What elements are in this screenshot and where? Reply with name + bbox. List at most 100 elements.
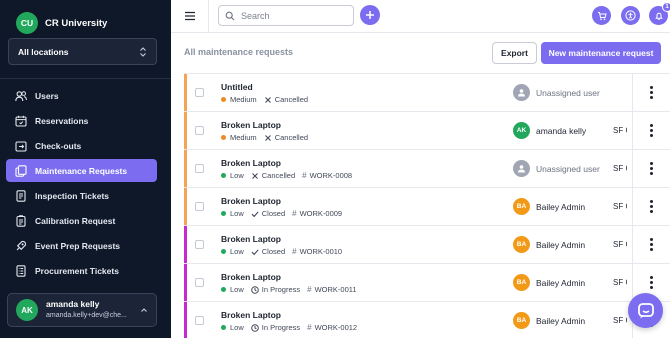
status-color-bar <box>184 226 187 263</box>
assignee[interactable]: Unassigned user <box>513 84 600 101</box>
user-icon <box>513 160 530 177</box>
sidebar-nav: Users Reservations Check-outs Maintenance R… <box>6 84 157 284</box>
brand-avatar: CU <box>16 12 38 34</box>
request-title[interactable]: Broken Laptop <box>221 272 281 282</box>
request-meta: Low Closed # WORK-0010 <box>221 247 342 256</box>
priority-label: Low <box>230 171 244 180</box>
user-text: amanda kelly amanda.kelly+dev@che... <box>46 299 127 321</box>
support-chat-button[interactable] <box>628 293 663 328</box>
table-row[interactable]: Broken Laptop Low In Progress # WORK-0011 BA B… <box>184 264 670 302</box>
work-order-id: WORK-0008 <box>309 171 353 180</box>
table-row[interactable]: Untitled Medium Cancelled Unassigned user <box>184 74 670 112</box>
location-cell: SF C <box>613 202 627 211</box>
assignee-name: Bailey Admin <box>536 315 586 326</box>
assignee-name: Bailey Admin <box>536 201 586 212</box>
accessibility-button[interactable] <box>621 6 640 25</box>
request-title[interactable]: Broken Laptop <box>221 310 281 320</box>
request-title[interactable]: Broken Laptop <box>221 234 281 244</box>
hash-icon: # <box>292 247 297 256</box>
notification-badge: 1 <box>662 2 670 12</box>
row-actions-button[interactable] <box>632 74 670 111</box>
status-label: Cancelled <box>274 95 309 104</box>
x-icon <box>264 96 271 103</box>
cart-icon <box>597 11 607 20</box>
request-title[interactable]: Broken Laptop <box>221 196 281 206</box>
location-cell: SF C <box>613 126 627 135</box>
row-actions-button[interactable] <box>632 188 670 225</box>
sidebar-item-label: Maintenance Requests <box>35 165 128 176</box>
cart-button[interactable] <box>592 6 611 25</box>
assignee[interactable]: BA Bailey Admin <box>513 236 585 253</box>
page-title: All maintenance requests <box>184 47 294 57</box>
table-row[interactable]: Broken Laptop Low Closed # WORK-0009 BA Bailey… <box>184 188 670 226</box>
sidebar-item-check-outs[interactable]: Check-outs <box>6 134 157 157</box>
sidebar-item-procurement-tickets[interactable]: Procurement Tickets <box>6 259 157 282</box>
table-row[interactable]: Broken Laptop Medium Cancelled AK amanda kel… <box>184 112 670 150</box>
priority-label: Medium <box>230 133 257 142</box>
menu-icon[interactable] <box>183 10 197 22</box>
sidebar-item-label: Inspection Tickets <box>35 190 110 201</box>
priority-label: Low <box>230 209 244 218</box>
request-meta: Low In Progress # WORK-0012 <box>221 323 357 332</box>
table-row[interactable]: Broken Laptop Low Closed # WORK-0010 BA Bailey… <box>184 226 670 264</box>
location-select[interactable]: All locations <box>8 38 157 65</box>
chevron-updown-icon <box>140 46 146 57</box>
hash-icon: # <box>307 285 312 294</box>
sidebar-item-reservations[interactable]: Reservations <box>6 109 157 132</box>
sidebar-item-maintenance-requests[interactable]: Maintenance Requests <box>6 159 157 182</box>
list-icon <box>16 264 26 277</box>
sidebar-divider <box>0 78 171 79</box>
request-title[interactable]: Broken Laptop <box>221 158 281 168</box>
brand[interactable]: CU CR University <box>16 12 107 34</box>
table-row[interactable]: Broken Laptop Low Cancelled # WORK-0008 Unass… <box>184 150 670 188</box>
row-checkbox[interactable] <box>195 126 204 135</box>
row-checkbox[interactable] <box>195 278 204 287</box>
assignee[interactable]: AK amanda kelly <box>513 122 586 139</box>
status-label: Cancelled <box>274 133 309 142</box>
row-actions-button[interactable] <box>632 150 670 187</box>
user-name: amanda kelly <box>46 299 100 309</box>
ticket-icon <box>16 189 26 202</box>
location-cell: SF C <box>613 278 627 287</box>
row-checkbox[interactable] <box>195 240 204 249</box>
location-cell: SF C <box>613 240 627 249</box>
assignee[interactable]: BA Bailey Admin <box>513 312 585 329</box>
status-color-bar <box>184 150 187 187</box>
sidebar-item-calibration-request[interactable]: Calibration Request <box>6 209 157 232</box>
row-checkbox[interactable] <box>195 316 204 325</box>
add-button[interactable] <box>360 5 380 25</box>
request-title[interactable]: Untitled <box>221 82 253 92</box>
more-vertical-icon <box>650 275 653 290</box>
row-checkbox[interactable] <box>195 88 204 97</box>
row-actions-button[interactable] <box>632 112 670 149</box>
sidebar-item-inspection-tickets[interactable]: Inspection Tickets <box>6 184 157 207</box>
location-cell: SF C <box>613 316 627 325</box>
row-checkbox[interactable] <box>195 164 204 173</box>
clock-icon <box>250 323 259 332</box>
priority-dot <box>221 249 226 254</box>
more-vertical-icon <box>650 123 653 138</box>
assignee[interactable]: BA Bailey Admin <box>513 274 585 291</box>
status-label: In Progress <box>261 285 301 294</box>
priority-dot <box>221 287 226 292</box>
clock-icon <box>250 285 259 294</box>
user-menu[interactable]: AK amanda kelly amanda.kelly+dev@che... <box>7 293 157 327</box>
assignee[interactable]: BA Bailey Admin <box>513 198 585 215</box>
table-row[interactable]: Broken Laptop Low In Progress # WORK-0012 BA B… <box>184 302 670 338</box>
sidebar-item-users[interactable]: Users <box>6 84 157 107</box>
clipboard-icon <box>16 214 26 227</box>
export-button[interactable]: Export <box>492 42 537 64</box>
row-actions-button[interactable] <box>632 226 670 263</box>
row-checkbox[interactable] <box>195 202 204 211</box>
assignee[interactable]: Unassigned user <box>513 160 600 177</box>
rocket-icon <box>16 240 27 250</box>
notifications-button[interactable]: 1 <box>649 2 670 25</box>
request-meta: Low In Progress # WORK-0011 <box>221 285 357 294</box>
search-input[interactable] <box>241 10 351 21</box>
avatar: AK <box>513 122 530 139</box>
sidebar-item-event-prep-requests[interactable]: Event Prep Requests <box>6 234 157 257</box>
status-label: In Progress <box>261 323 301 332</box>
new-maintenance-request-button[interactable]: New maintenance request <box>541 42 661 64</box>
x-icon <box>264 134 271 141</box>
request-title[interactable]: Broken Laptop <box>221 120 281 130</box>
